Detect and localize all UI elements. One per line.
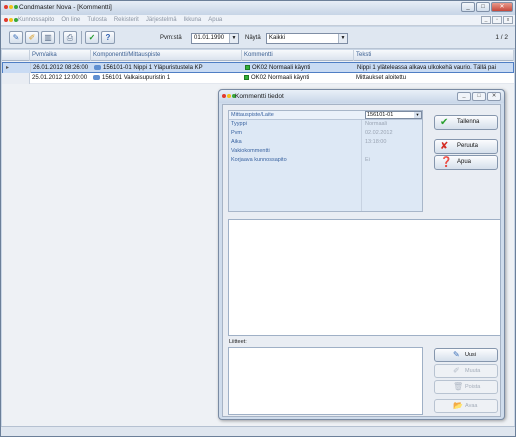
- prop-row-point[interactable]: Mittauspiste/Laite 156101-01 ▼: [229, 111, 422, 120]
- menu-rekisterit[interactable]: Rekisterit: [114, 17, 139, 23]
- dialog-minimize-button[interactable]: _: [457, 92, 471, 101]
- date-label: Pvm:stä: [160, 35, 182, 41]
- status-ok-icon: [244, 75, 249, 80]
- dialog-title-bar: Kommentti tiedot _ □ ✕: [219, 90, 504, 103]
- cell-point: 156101 Valkaisupuristin 1: [91, 73, 242, 84]
- dialog-maximize-button[interactable]: □: [472, 92, 486, 101]
- dialog-title: Kommentti tiedot: [235, 93, 284, 100]
- print-icon[interactable]: ⎙: [63, 31, 77, 44]
- status-bar: [1, 426, 515, 436]
- open-attachment-button[interactable]: 📂 Avaa: [434, 399, 498, 413]
- chevron-down-icon[interactable]: ▼: [229, 34, 238, 43]
- cell-date: 25.01.2012 12:00:00: [32, 75, 88, 81]
- checkmark-icon: ✔: [440, 117, 449, 128]
- cell-text: Mittaukset aloitettu: [356, 75, 407, 81]
- property-grid: Mittauspiste/Laite 156101-01 ▼ Tyyppi Nor…: [228, 110, 423, 212]
- help-icon: ❓: [440, 157, 453, 168]
- help-icon[interactable]: ?: [101, 31, 115, 44]
- show-filter-select[interactable]: Kaikki ▼: [266, 33, 348, 44]
- mdi-minimize-button[interactable]: _: [481, 16, 491, 24]
- menu-jarjestelma[interactable]: Järjestelmä: [146, 17, 177, 23]
- toolbar: ✎ ✐ ▥ ⎙ ✓ ? Pvm:stä 01.01.1990 ▼ Näytä K…: [1, 27, 515, 49]
- menu-bar: Kunnossapito On line Tulosta Rekisterit …: [1, 15, 515, 26]
- cancel-button[interactable]: ✘ Peruuta: [434, 139, 498, 154]
- status-ok-icon: [245, 65, 250, 70]
- col-text[interactable]: Teksti: [354, 50, 514, 61]
- show-filter-value: Kaikki: [269, 35, 286, 41]
- window-title: Condmaster Nova - [Kommentti]: [19, 4, 112, 11]
- delete-attachment-button[interactable]: 🗑 Poista: [434, 380, 498, 394]
- table-row[interactable]: ▸ 26.01.2012 08:26:00 156101-01 Nippi 1 …: [2, 62, 514, 74]
- date-from-value: 01.01.1990: [194, 35, 225, 41]
- trash-icon: 🗑: [453, 382, 464, 391]
- machine-icon: [93, 75, 100, 80]
- table-header: Pvm/aika Komponentti/Mittauspiste Kommen…: [2, 50, 514, 61]
- minimize-button[interactable]: _: [461, 2, 475, 12]
- edit-icon: ✐: [453, 366, 460, 375]
- table-row[interactable]: 25.01.2012 12:00:00 156101 Valkaisupuris…: [2, 73, 514, 84]
- folder-open-icon: 📂: [453, 401, 463, 410]
- app-icon: [4, 5, 18, 9]
- prop-row-time[interactable]: Aika 13:18:00: [229, 138, 422, 147]
- chevron-down-icon[interactable]: ▼: [338, 34, 347, 43]
- help-button[interactable]: ❓ Apua: [434, 155, 498, 170]
- menu-kunnossapito[interactable]: Kunnossapito: [18, 17, 54, 23]
- show-label: Näytä: [245, 35, 261, 41]
- row-indicator: [2, 73, 30, 84]
- close-button[interactable]: ✕: [491, 2, 513, 12]
- mdi-app-icon: [4, 18, 18, 22]
- col-point[interactable]: Komponentti/Mittauspiste: [91, 50, 242, 61]
- mdi-restore-button[interactable]: ▫: [492, 16, 502, 24]
- prop-row-type[interactable]: Tyyppi Normaali: [229, 120, 422, 129]
- prop-row-date[interactable]: Pvm 02.02.2012: [229, 129, 422, 138]
- date-from-field[interactable]: 01.01.1990 ▼: [191, 33, 239, 44]
- cell-comment: OK02 Normaali käynti: [242, 73, 354, 84]
- mdi-close-button[interactable]: x: [503, 16, 513, 24]
- menu-ikkuna[interactable]: Ikkuna: [184, 17, 202, 23]
- dialog-body: Mittauspiste/Laite 156101-01 ▼ Tyyppi Nor…: [222, 104, 501, 417]
- dialog-app-icon: [222, 94, 236, 98]
- chevron-down-icon[interactable]: ▼: [414, 112, 421, 118]
- measurement-point-icon: [94, 65, 101, 70]
- prop-row-corrective[interactable]: Korjaava kunnossapito Ei: [229, 156, 422, 165]
- cancel-x-icon: ✘: [440, 141, 449, 152]
- wand-icon: ✎: [453, 350, 460, 359]
- menu-apua[interactable]: Apua: [208, 17, 222, 23]
- prop-row-standard-comment[interactable]: Vakiokommentti: [229, 147, 422, 156]
- save-button[interactable]: ✔ Tallenna: [434, 115, 498, 130]
- attachments-label: Liitteet:: [229, 339, 247, 345]
- wand-icon[interactable]: ✎: [9, 31, 23, 44]
- title-bar: Condmaster Nova - [Kommentti] _ □ ✕: [1, 1, 515, 15]
- comment-text-area[interactable]: [228, 219, 501, 336]
- edit-icon[interactable]: ✐: [25, 31, 39, 44]
- col-comment[interactable]: Kommentti: [242, 50, 354, 61]
- new-attachment-button[interactable]: ✎ Uusi: [434, 348, 498, 362]
- comment-details-dialog: Kommentti tiedot _ □ ✕ Mittauspiste/Lait…: [218, 89, 505, 420]
- edit-attachment-button[interactable]: ✐ Muuta: [434, 364, 498, 378]
- attachments-list[interactable]: [228, 347, 423, 415]
- maximize-button[interactable]: □: [476, 2, 490, 12]
- page-indicator: 1 / 2: [495, 34, 508, 41]
- point-select[interactable]: 156101-01 ▼: [365, 111, 422, 119]
- col-date[interactable]: Pvm/aika: [30, 50, 91, 61]
- columns-icon[interactable]: ▥: [41, 31, 55, 44]
- dialog-close-button[interactable]: ✕: [487, 92, 501, 101]
- accept-icon[interactable]: ✓: [85, 31, 99, 44]
- menu-online[interactable]: On line: [61, 17, 80, 23]
- menu-tulosta[interactable]: Tulosta: [87, 17, 106, 23]
